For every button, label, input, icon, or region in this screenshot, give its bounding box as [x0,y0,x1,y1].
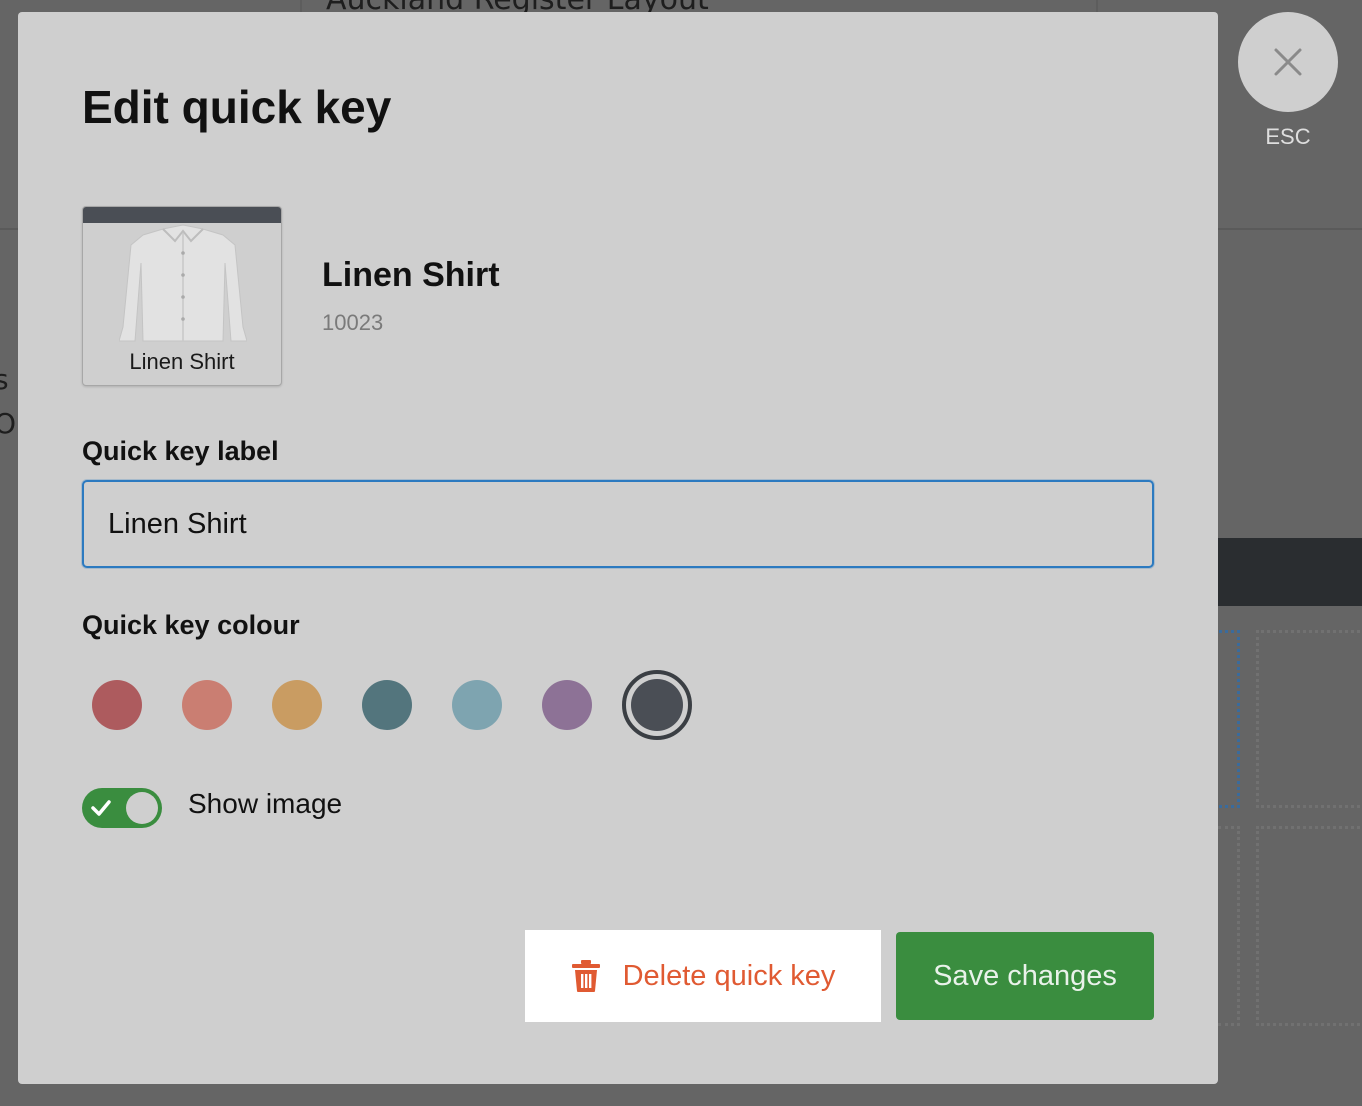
toggle-knob [126,792,158,824]
colour-swatch-salmon[interactable] [182,680,232,730]
product-sku: 10023 [322,310,384,335]
colour-swatch-teal[interactable] [362,680,412,730]
quick-key-label-input[interactable] [82,480,1154,568]
quick-key-colour-heading: Quick key colour [82,610,300,640]
close-icon [1274,48,1302,76]
quick-key-label-heading: Quick key label [82,436,279,466]
delete-quick-key-button[interactable]: Delete quick key [525,930,881,1022]
colour-swatch-charcoal-selected[interactable] [622,670,692,740]
modal-title: Edit quick key [82,81,392,133]
check-icon [91,800,111,816]
esc-hint: ESC [1265,124,1311,149]
edit-quick-key-modal: Edit quick key Linen Shirt Linen Shirt 1… [18,12,1218,1084]
delete-quick-key-label: Delete quick key [622,959,836,992]
trash-icon [571,960,600,992]
shirt-image [119,224,247,342]
background-dashed-slot [1256,630,1362,808]
product-name: Linen Shirt [322,256,500,294]
product-quick-key-preview: Linen Shirt [82,206,282,386]
colour-swatch-mustard[interactable] [272,680,322,730]
tile-label: Linen Shirt [129,349,235,374]
show-image-label: Show image [188,788,343,819]
colour-swatch-light-blue[interactable] [452,680,502,730]
colour-swatch-purple[interactable] [542,680,592,730]
save-changes-button[interactable]: Save changes [896,932,1154,1020]
background-dashed-slot [1256,826,1362,1026]
tile-colour-bar [83,207,281,223]
show-image-toggle[interactable] [82,788,162,828]
background-dark-band [1218,538,1362,606]
colour-swatch-red[interactable] [92,680,142,730]
close-button[interactable] [1238,12,1338,112]
background-dashed-slot [1218,826,1240,1026]
